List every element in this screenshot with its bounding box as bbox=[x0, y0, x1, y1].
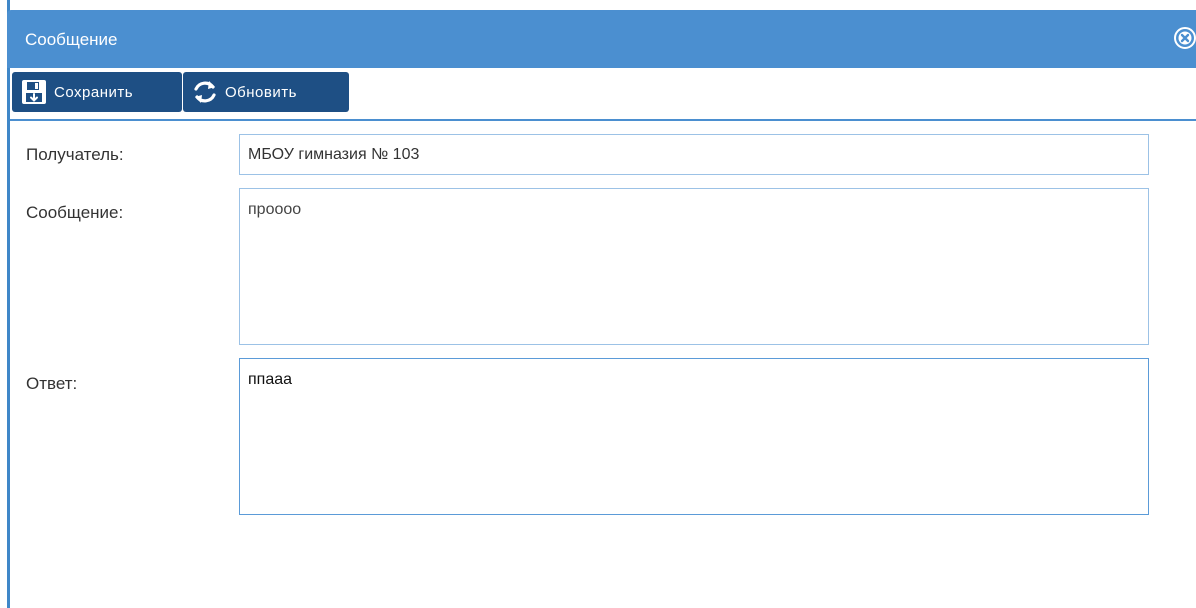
message-field[interactable]: проооо bbox=[239, 188, 1149, 345]
recipient-field[interactable] bbox=[239, 134, 1149, 175]
message-label: Сообщение: bbox=[26, 203, 124, 222]
refresh-button-label: Обновить bbox=[225, 83, 297, 101]
floppy-disk-icon bbox=[20, 78, 48, 106]
toolbar: Сохранить Обновить bbox=[10, 68, 1196, 120]
save-button-label: Сохранить bbox=[54, 83, 134, 101]
answer-label: Ответ: bbox=[26, 374, 78, 393]
window-title: Сообщение bbox=[25, 30, 118, 49]
recipient-label: Получатель: bbox=[26, 145, 124, 164]
answer-field[interactable]: ппааа bbox=[239, 358, 1149, 515]
save-button[interactable]: Сохранить bbox=[12, 72, 182, 112]
close-icon[interactable] bbox=[1174, 27, 1196, 49]
toolbar-divider bbox=[10, 119, 1196, 121]
message-window: Сообщение Сохранить Обновить Получатель:… bbox=[0, 0, 1196, 608]
refresh-button[interactable]: Обновить bbox=[183, 72, 349, 112]
refresh-icon bbox=[191, 78, 219, 106]
window-titlebar[interactable]: Сообщение bbox=[7, 10, 1196, 68]
